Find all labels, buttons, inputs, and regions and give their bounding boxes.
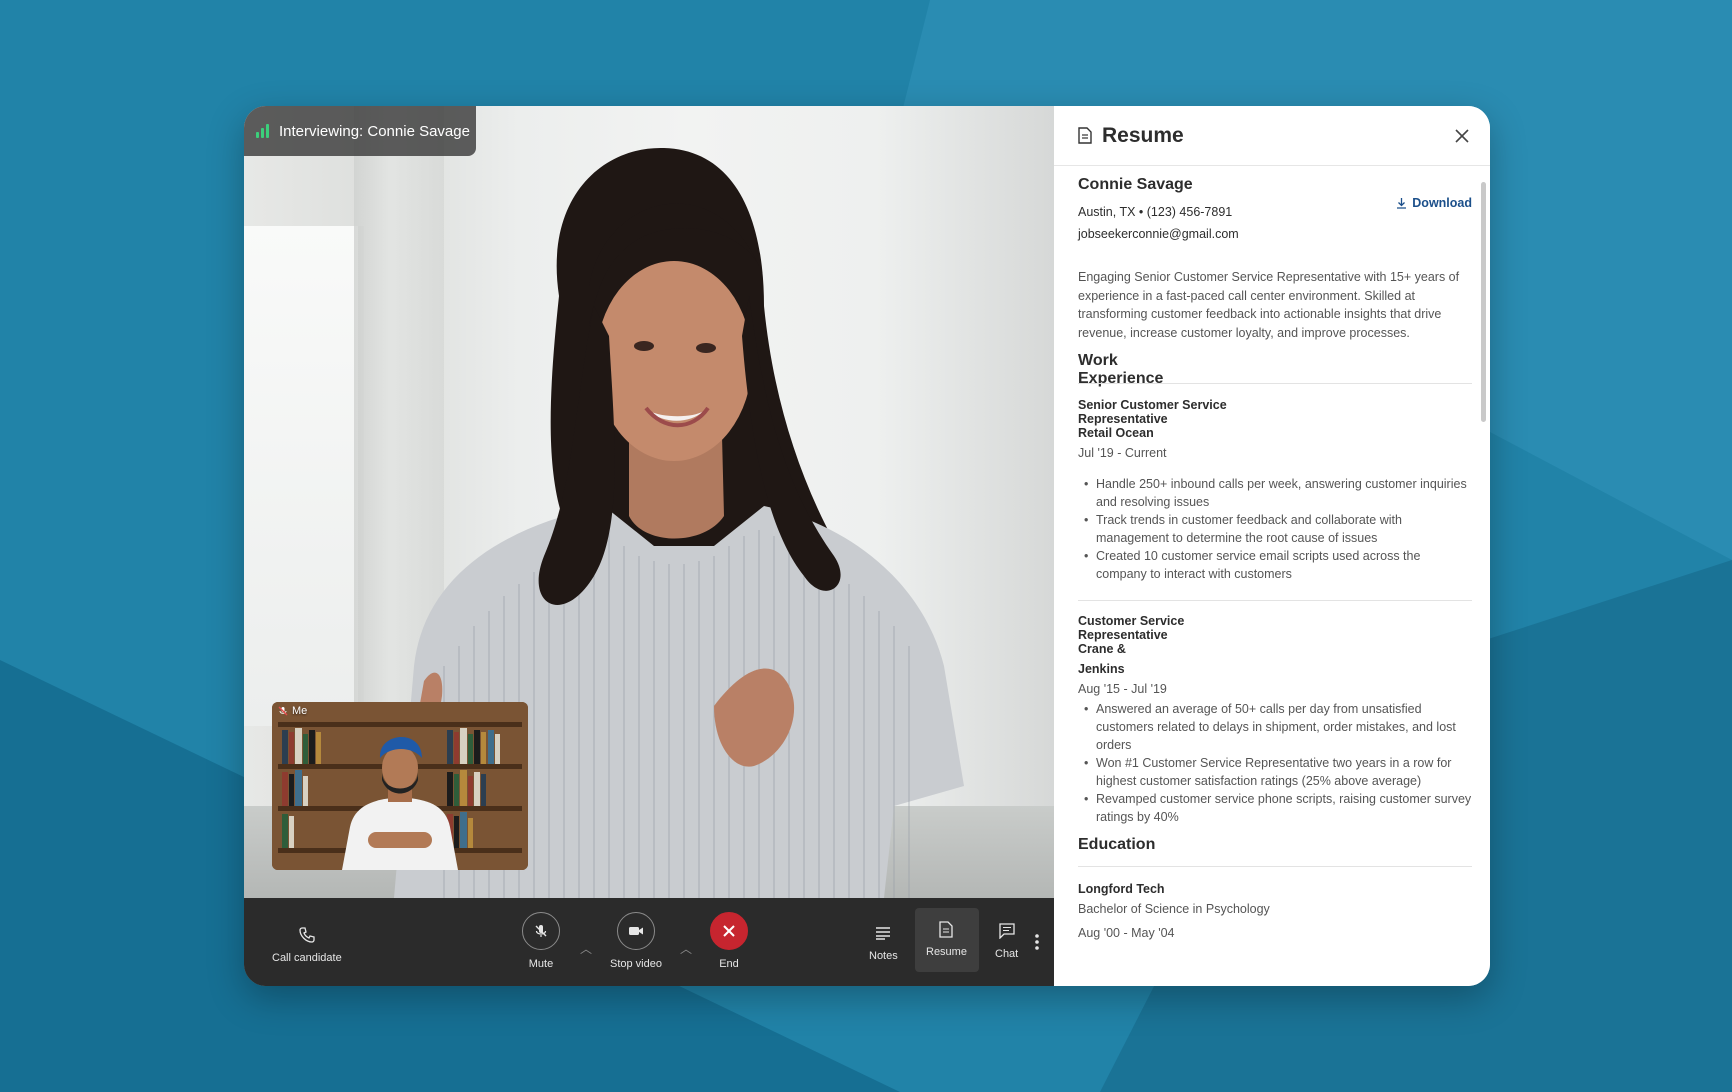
- job-dates: Aug '15 - Jul '19: [1078, 682, 1167, 696]
- resume-button[interactable]: Resume: [926, 918, 967, 958]
- job-title: Customer Service Representative Crane & …: [1078, 614, 1185, 676]
- list-item: Handle 250+ inbound calls per week, answ…: [1078, 475, 1472, 511]
- resume-panel: Resume Connie Savage Download Austin, TX…: [1054, 106, 1490, 986]
- camera-icon: [616, 912, 655, 950]
- call-candidate-button[interactable]: Call candidate: [272, 924, 342, 964]
- document-icon: [935, 918, 957, 940]
- mic-icon: [522, 912, 560, 950]
- resume-panel-title: Resume: [1102, 123, 1184, 147]
- location-phone: Austin, TX • (123) 456-7891: [1078, 205, 1233, 219]
- list-item: Track trends in customer feedback and co…: [1078, 511, 1472, 547]
- job-title: Senior Customer Service Representative R…: [1078, 398, 1227, 440]
- stop-video-button[interactable]: Stop video: [610, 912, 662, 970]
- call-toolbar: Call candidate Mute ︿ Stop video ︿ End N…: [244, 898, 1054, 986]
- download-link[interactable]: Download: [1396, 196, 1472, 210]
- school-name: Longford Tech: [1078, 882, 1165, 896]
- notes-icon: [872, 922, 894, 944]
- interview-window: Interviewing: Connie Savage Me Call cand…: [244, 106, 1490, 986]
- job-dates: Jul '19 - Current: [1078, 446, 1167, 460]
- divider: [1078, 866, 1472, 867]
- close-x-icon: [710, 912, 748, 950]
- download-icon: [1397, 198, 1407, 209]
- email: jobseekerconnie@gmail.com: [1078, 227, 1239, 241]
- divider: [1078, 600, 1472, 601]
- candidate-name: Connie Savage: [1078, 176, 1193, 193]
- list-item: Won #1 Customer Service Representative t…: [1078, 754, 1472, 790]
- list-item: Revamped customer service phone scripts,…: [1078, 790, 1472, 826]
- phone-icon: [296, 924, 318, 946]
- end-call-button[interactable]: End: [710, 912, 748, 970]
- self-view-scene: [272, 702, 528, 870]
- job-bullets: Handle 250+ inbound calls per week, answ…: [1078, 475, 1472, 583]
- resume-scrollbar[interactable]: [1481, 182, 1486, 422]
- list-item: Answered an average of 50+ calls per day…: [1078, 700, 1472, 754]
- signal-strength-icon: [256, 124, 269, 138]
- notes-button[interactable]: Notes: [869, 922, 898, 962]
- video-pane: Interviewing: Connie Savage Me Call cand…: [244, 106, 1054, 986]
- education-dates: Aug '00 - May '04: [1078, 926, 1175, 940]
- self-view-label: Me: [278, 705, 307, 717]
- candidate-video: Interviewing: Connie Savage Me: [244, 106, 1054, 898]
- document-icon: [1078, 127, 1092, 144]
- muted-mic-icon: [278, 706, 288, 716]
- close-icon[interactable]: [1454, 128, 1470, 144]
- interviewing-label: Interviewing: Connie Savage: [279, 122, 470, 140]
- divider: [1078, 383, 1472, 384]
- education-heading: Education: [1078, 836, 1156, 853]
- mute-options-chevron-icon[interactable]: ︿: [580, 940, 592, 957]
- self-view-video[interactable]: Me: [272, 702, 528, 870]
- more-options-icon[interactable]: [1034, 934, 1040, 955]
- resume-panel-header: Resume: [1054, 106, 1490, 166]
- summary: Engaging Senior Customer Service Represe…: [1078, 270, 1460, 340]
- job-bullets: Answered an average of 50+ calls per day…: [1078, 700, 1472, 826]
- list-item: Created 10 customer service email script…: [1078, 547, 1472, 583]
- video-options-chevron-icon[interactable]: ︿: [680, 940, 692, 957]
- chat-button[interactable]: Chat: [995, 920, 1018, 960]
- degree: Bachelor of Science in Psychology: [1078, 902, 1270, 916]
- mute-button[interactable]: Mute: [522, 912, 560, 970]
- interviewing-badge: Interviewing: Connie Savage: [244, 106, 476, 156]
- chat-icon: [996, 920, 1018, 942]
